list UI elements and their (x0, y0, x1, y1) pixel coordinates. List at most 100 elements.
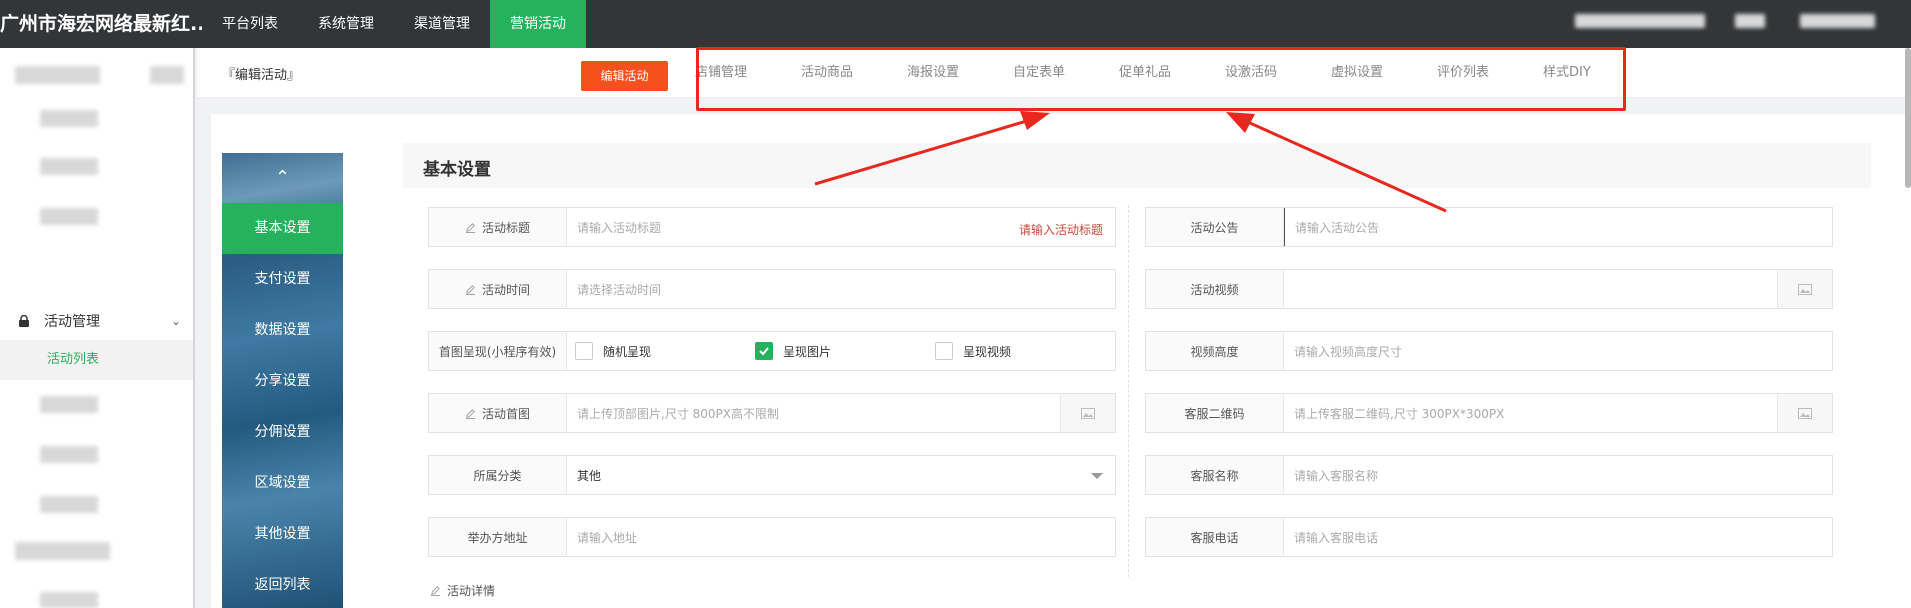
field-label: 客服电话 (1190, 530, 1239, 545)
activity-time-input[interactable]: 请选择活动时间 (567, 270, 1115, 308)
lock-icon (19, 315, 29, 327)
image-icon (1081, 407, 1095, 419)
blurred-user-info (1800, 14, 1875, 28)
field-label: 活动首图 (481, 406, 530, 421)
field-label: 所属分类 (473, 468, 522, 483)
field-activity-title: 活动标题 请输入活动标题 请输入活动标题 (428, 207, 1116, 247)
blurred-menu-item (40, 446, 98, 463)
address-input[interactable]: 请输入地址 (567, 518, 1115, 556)
field-label: 活动标题 (481, 220, 530, 235)
tab-list: 店铺管理 活动商品 海报设置 自定表单 促单礼品 设激活码 虚拟设置 评价列表 … (695, 48, 1649, 98)
service-phone-input[interactable]: 请输入客服电话 (1284, 518, 1832, 556)
top-nav-system[interactable]: 系统管理 (298, 0, 394, 48)
menu-commission-settings[interactable]: 分佣设置 (222, 407, 343, 458)
section-header: 基本设置 (403, 143, 1871, 188)
category-select[interactable]: 其他 (567, 456, 1115, 494)
menu-payment-settings[interactable]: 支付设置 (222, 254, 343, 305)
tab-bar: 『编辑活动』 编辑活动 店铺管理 活动商品 海报设置 自定表单 促单礼品 设激活… (197, 47, 1911, 111)
tab-style-diy[interactable]: 样式DIY (1543, 48, 1649, 98)
menu-other-settings[interactable]: 其他设置 (222, 509, 343, 560)
field-notice: 活动公告 请输入活动公告 (1145, 207, 1833, 247)
field-label: 首图呈现(小程序有效) (438, 344, 557, 359)
upload-qrcode-button[interactable] (1777, 394, 1832, 432)
image-icon (1798, 283, 1812, 295)
checkbox-random-display[interactable]: 随机呈现 (567, 342, 747, 360)
tab-activity-products[interactable]: 活动商品 (801, 48, 907, 98)
top-bar: 广州市海宏网络最新红... 平台列表 系统管理 渠道管理 营销活动 (0, 0, 1911, 48)
field-activity-time: 活动时间 请选择活动时间 (428, 269, 1116, 309)
blurred-menu-item (150, 66, 184, 84)
service-name-input[interactable]: 请输入客服名称 (1284, 456, 1832, 494)
top-nav-marketing[interactable]: 营销活动 (490, 0, 586, 48)
checkbox-image-display[interactable]: 呈现图片 (747, 342, 927, 360)
video-height-input[interactable]: 请输入视频高度尺寸 (1284, 332, 1832, 370)
qrcode-input[interactable]: 请上传客服二维码,尺寸 300PX*300PX (1284, 394, 1777, 432)
field-label: 客服二维码 (1184, 406, 1245, 421)
image-icon (1798, 407, 1812, 419)
field-label: 视频高度 (1190, 344, 1239, 359)
tab-review-list[interactable]: 评价列表 (1437, 48, 1543, 98)
tab-store-management[interactable]: 店铺管理 (695, 48, 801, 98)
cover-image-input[interactable]: 请上传顶部图片,尺寸 800PX高不限制 (567, 394, 1060, 432)
blurred-menu-item (15, 542, 110, 560)
menu-basic-settings[interactable]: 基本设置 (222, 203, 343, 254)
edit-pen-icon (465, 284, 476, 295)
tab-gift[interactable]: 促单礼品 (1119, 48, 1225, 98)
edit-pen-icon (465, 408, 476, 419)
scrollbar[interactable] (1905, 48, 1911, 188)
edit-activity-button[interactable]: 编辑活动 (581, 61, 668, 91)
field-category: 所属分类 其他 (428, 455, 1116, 495)
field-label: 活动时间 (481, 282, 530, 297)
app-root: 广州市海宏网络最新红... 平台列表 系统管理 渠道管理 营销活动 活动管理 ⌄… (0, 0, 1911, 608)
top-nav-platform-list[interactable]: 平台列表 (202, 0, 298, 48)
field-label: 客服名称 (1190, 468, 1239, 483)
field-label: 活动视频 (1190, 282, 1239, 297)
blurred-menu-item (40, 208, 98, 225)
notice-input[interactable]: 请输入活动公告 (1284, 208, 1832, 246)
blurred-menu-item (40, 110, 98, 127)
menu-data-settings[interactable]: 数据设置 (222, 305, 343, 356)
field-address: 举办方地址 请输入地址 (428, 517, 1116, 557)
tab-custom-form[interactable]: 自定表单 (1013, 48, 1119, 98)
field-cover-display: 首图呈现(小程序有效) 随机呈现 呈现图片 呈现视频 (428, 331, 1116, 371)
settings-menu: ⌃ 基本设置 支付设置 数据设置 分享设置 分佣设置 区域设置 其他设置 返回列… (222, 153, 343, 608)
upload-image-button[interactable] (1060, 394, 1115, 432)
field-label: 举办方地址 (467, 530, 528, 545)
left-sidebar: 活动管理 ⌄ 活动列表 (0, 48, 195, 608)
menu-share-settings[interactable]: 分享设置 (222, 356, 343, 407)
upload-video-button[interactable] (1777, 270, 1832, 308)
tab-activation-code[interactable]: 设激活码 (1225, 48, 1331, 98)
field-service-phone: 客服电话 请输入客服电话 (1145, 517, 1833, 557)
validation-error: 请输入活动标题 (1018, 223, 1103, 237)
field-label: 活动公告 (1190, 220, 1239, 235)
menu-region-settings[interactable]: 区域设置 (222, 458, 343, 509)
check-icon (759, 347, 769, 356)
sidebar-group-label: 活动管理 (44, 314, 100, 330)
menu-back-to-list[interactable]: 返回列表 (222, 560, 343, 608)
column-divider (1128, 205, 1129, 577)
video-input[interactable] (1284, 270, 1777, 308)
activity-detail-label: 活动详情 (430, 582, 495, 599)
tab-virtual-settings[interactable]: 虚拟设置 (1331, 48, 1437, 98)
activity-title-input[interactable]: 请输入活动标题 请输入活动标题 (567, 208, 1115, 246)
blurred-menu-item (40, 592, 98, 608)
chevron-up-icon[interactable]: ⌃ (222, 153, 343, 203)
caret-down-icon (1091, 473, 1103, 479)
blurred-menu-item (40, 158, 98, 175)
page-title: 『编辑活动』 (222, 68, 301, 83)
checkbox-video-display[interactable]: 呈现视频 (927, 342, 1107, 360)
blurred-menu-item (15, 66, 100, 84)
tab-poster-settings[interactable]: 海报设置 (907, 48, 1013, 98)
blurred-user-info (1575, 14, 1705, 28)
field-qrcode: 客服二维码 请上传客服二维码,尺寸 300PX*300PX (1145, 393, 1833, 433)
sidebar-group-activity[interactable]: 活动管理 ⌄ (0, 301, 193, 341)
top-nav: 平台列表 系统管理 渠道管理 营销活动 (202, 0, 586, 48)
edit-pen-icon (465, 222, 476, 233)
blurred-user-info (1735, 14, 1765, 28)
brand-title: 广州市海宏网络最新红... (0, 13, 202, 35)
field-service-name: 客服名称 请输入客服名称 (1145, 455, 1833, 495)
field-video: 活动视频 (1145, 269, 1833, 309)
chevron-down-icon: ⌄ (170, 314, 181, 328)
section-title: 基本设置 (423, 160, 491, 180)
top-nav-channel[interactable]: 渠道管理 (394, 0, 490, 48)
